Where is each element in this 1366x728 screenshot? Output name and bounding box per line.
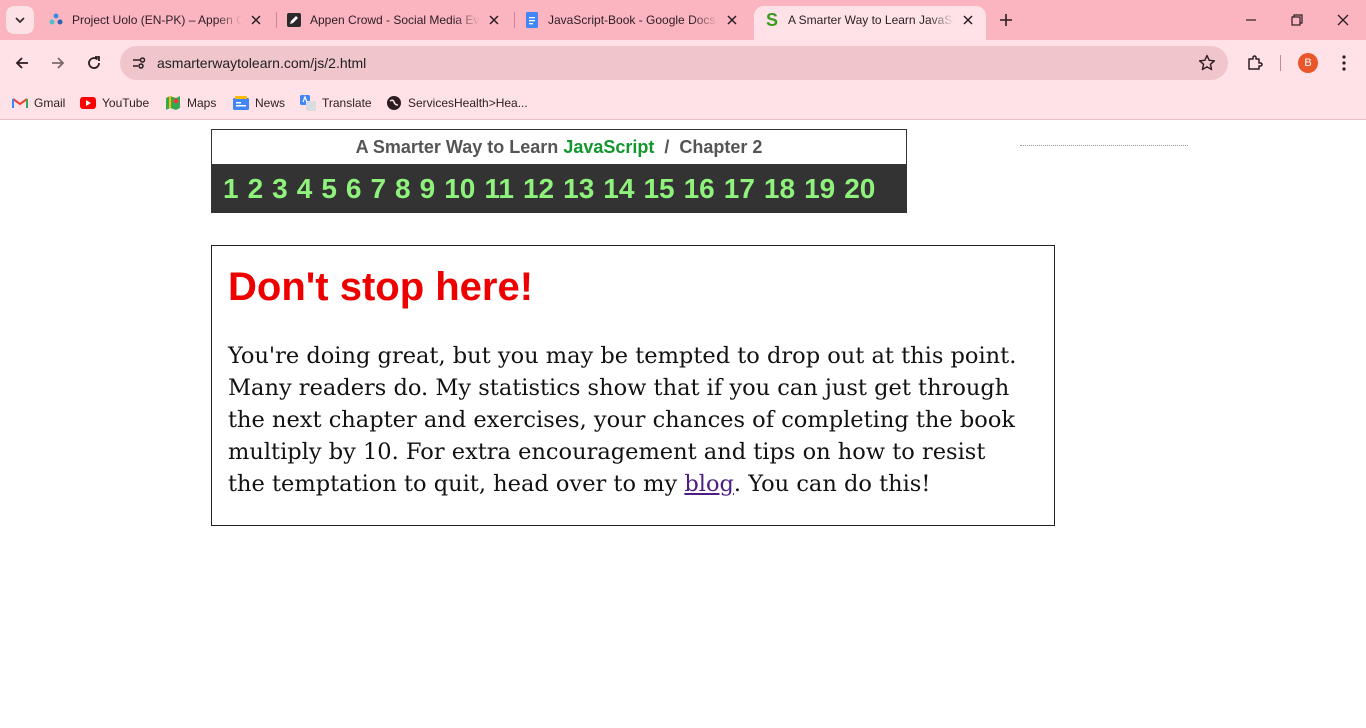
chapter-link-8[interactable]: 8 — [395, 173, 411, 205]
bookmark-star-icon[interactable] — [1198, 54, 1216, 72]
close-icon[interactable] — [960, 12, 976, 28]
bookmark-gmail[interactable]: Gmail — [12, 92, 65, 114]
toolbar-divider — [1280, 55, 1281, 71]
bookmark-translate[interactable]: Translate — [300, 92, 372, 114]
reload-button[interactable] — [80, 49, 108, 77]
youtube-icon — [80, 95, 96, 111]
chapter-link-20[interactable]: 20 — [844, 173, 875, 205]
notice-heading: Don't stop here! — [228, 265, 534, 309]
arrow-right-icon — [52, 57, 65, 69]
minimize-button[interactable] — [1228, 0, 1274, 40]
appen-icon — [48, 12, 64, 28]
chapter-link-4[interactable]: 4 — [297, 173, 313, 205]
gmail-icon — [12, 95, 28, 111]
plus-icon — [1000, 14, 1012, 26]
chapter-label: Chapter 2 — [679, 136, 763, 157]
chapter-link-17[interactable]: 17 — [724, 173, 755, 205]
close-icon[interactable] — [724, 12, 740, 28]
chapter-link-9[interactable]: 9 — [420, 173, 436, 205]
bookmark-serviceshealth[interactable]: ServicesHealth>Hea... — [386, 92, 528, 114]
page-title: A Smarter Way to Learn JavaScript / Chap… — [211, 129, 907, 164]
chapter-link-11[interactable]: 11 — [484, 173, 514, 205]
reload-icon — [88, 56, 100, 69]
bookmark-label: Maps — [187, 96, 217, 110]
address-bar[interactable]: asmarterwaytolearn.com/js/2.html — [120, 46, 1228, 80]
back-button[interactable] — [8, 49, 36, 77]
close-icon[interactable] — [486, 12, 502, 28]
browser-toolbar: asmarterwaytolearn.com/js/2.html B — [0, 40, 1366, 86]
bookmark-news[interactable]: News — [233, 92, 285, 114]
smarter-way-icon: S — [765, 10, 778, 30]
bookmark-maps[interactable]: Maps — [165, 92, 216, 114]
dotted-divider — [1020, 145, 1188, 147]
bookmarks-bar: Gmail YouTube Maps News Translate Servic… — [0, 86, 1366, 120]
chapter-link-18[interactable]: 18 — [764, 173, 795, 205]
edit-icon — [286, 12, 302, 28]
globe-icon — [386, 95, 402, 111]
bookmark-label: ServicesHealth>Hea... — [408, 96, 528, 110]
chapter-link-1[interactable]: 1 — [223, 173, 239, 205]
menu-button[interactable] — [1332, 51, 1356, 75]
chapter-link-19[interactable]: 19 — [804, 173, 835, 205]
restore-button[interactable] — [1274, 0, 1320, 40]
tab-project-uolo[interactable]: Project Uolo (EN-PK) – Appen C — [38, 6, 274, 34]
url-text[interactable]: asmarterwaytolearn.com/js/2.html — [157, 55, 366, 71]
google-docs-icon — [524, 12, 540, 28]
chapter-link-5[interactable]: 5 — [321, 173, 337, 205]
tab-title: Project Uolo (EN-PK) – Appen C — [72, 13, 242, 27]
minimize-icon — [1246, 19, 1256, 21]
chapter-nav: 1 2 3 4 5 6 7 8 9 10 11 12 13 14 15 16 17 18 19 20 — [211, 164, 907, 213]
chapter-link-14[interactable]: 14 — [603, 173, 634, 205]
chapter-link-2[interactable]: 2 — [248, 173, 264, 205]
restore-icon — [1291, 14, 1303, 26]
tab-title: JavaScript-Book - Google Docs — [548, 13, 716, 27]
title-separator: / — [664, 136, 670, 157]
bookmark-label: Translate — [322, 96, 372, 110]
chapter-link-10[interactable]: 10 — [444, 173, 475, 205]
notice-text-after: . You can do this! — [733, 471, 931, 497]
tab-smarter-way-active[interactable]: S A Smarter Way to Learn JavaSc — [754, 6, 986, 40]
maps-icon — [165, 95, 181, 111]
tab-title: Appen Crowd - Social Media Ev — [310, 13, 480, 27]
profile-avatar[interactable]: B — [1298, 53, 1318, 73]
puzzle-icon — [1248, 55, 1263, 70]
chapter-link-15[interactable]: 15 — [643, 173, 674, 205]
tab-search-button[interactable] — [6, 6, 34, 34]
bookmark-youtube[interactable]: YouTube — [80, 92, 149, 114]
chevron-down-icon — [15, 17, 25, 24]
title-prefix: A Smarter Way to Learn — [355, 136, 559, 157]
bookmark-label: Gmail — [34, 96, 66, 110]
book-header: A Smarter Way to Learn JavaScript / Chap… — [211, 129, 907, 213]
close-window-button[interactable] — [1320, 0, 1366, 40]
site-info-icon[interactable] — [126, 50, 152, 76]
title-javascript: JavaScript — [563, 136, 655, 157]
tab-javascript-book[interactable]: JavaScript-Book - Google Docs — [514, 6, 750, 34]
bookmark-label: News — [255, 96, 286, 110]
chapter-link-3[interactable]: 3 — [272, 173, 288, 205]
more-vertical-icon — [1342, 55, 1346, 71]
chapter-link-7[interactable]: 7 — [370, 173, 386, 205]
new-tab-button[interactable] — [994, 8, 1018, 32]
translate-icon — [300, 95, 316, 111]
chapter-link-12[interactable]: 12 — [523, 173, 554, 205]
extensions-button[interactable] — [1243, 51, 1267, 75]
news-icon — [233, 95, 249, 111]
arrow-left-icon — [15, 57, 28, 69]
close-icon[interactable] — [248, 12, 264, 28]
bookmark-label: YouTube — [102, 96, 150, 110]
tab-strip: Project Uolo (EN-PK) – Appen C Appen Cro… — [0, 0, 1366, 40]
chapter-link-13[interactable]: 13 — [563, 173, 594, 205]
notice-box: Don't stop here! You're doing great, but… — [211, 245, 1055, 526]
notice-body: You're doing great, but you may be tempt… — [228, 340, 1028, 500]
tab-appen-crowd[interactable]: Appen Crowd - Social Media Ev — [276, 6, 512, 34]
chapter-link-16[interactable]: 16 — [684, 173, 715, 205]
close-icon — [1337, 14, 1349, 26]
forward-button[interactable] — [44, 49, 72, 77]
chapter-link-6[interactable]: 6 — [346, 173, 362, 205]
tab-title: A Smarter Way to Learn JavaSc — [788, 13, 954, 27]
blog-link[interactable]: blog — [684, 471, 734, 497]
